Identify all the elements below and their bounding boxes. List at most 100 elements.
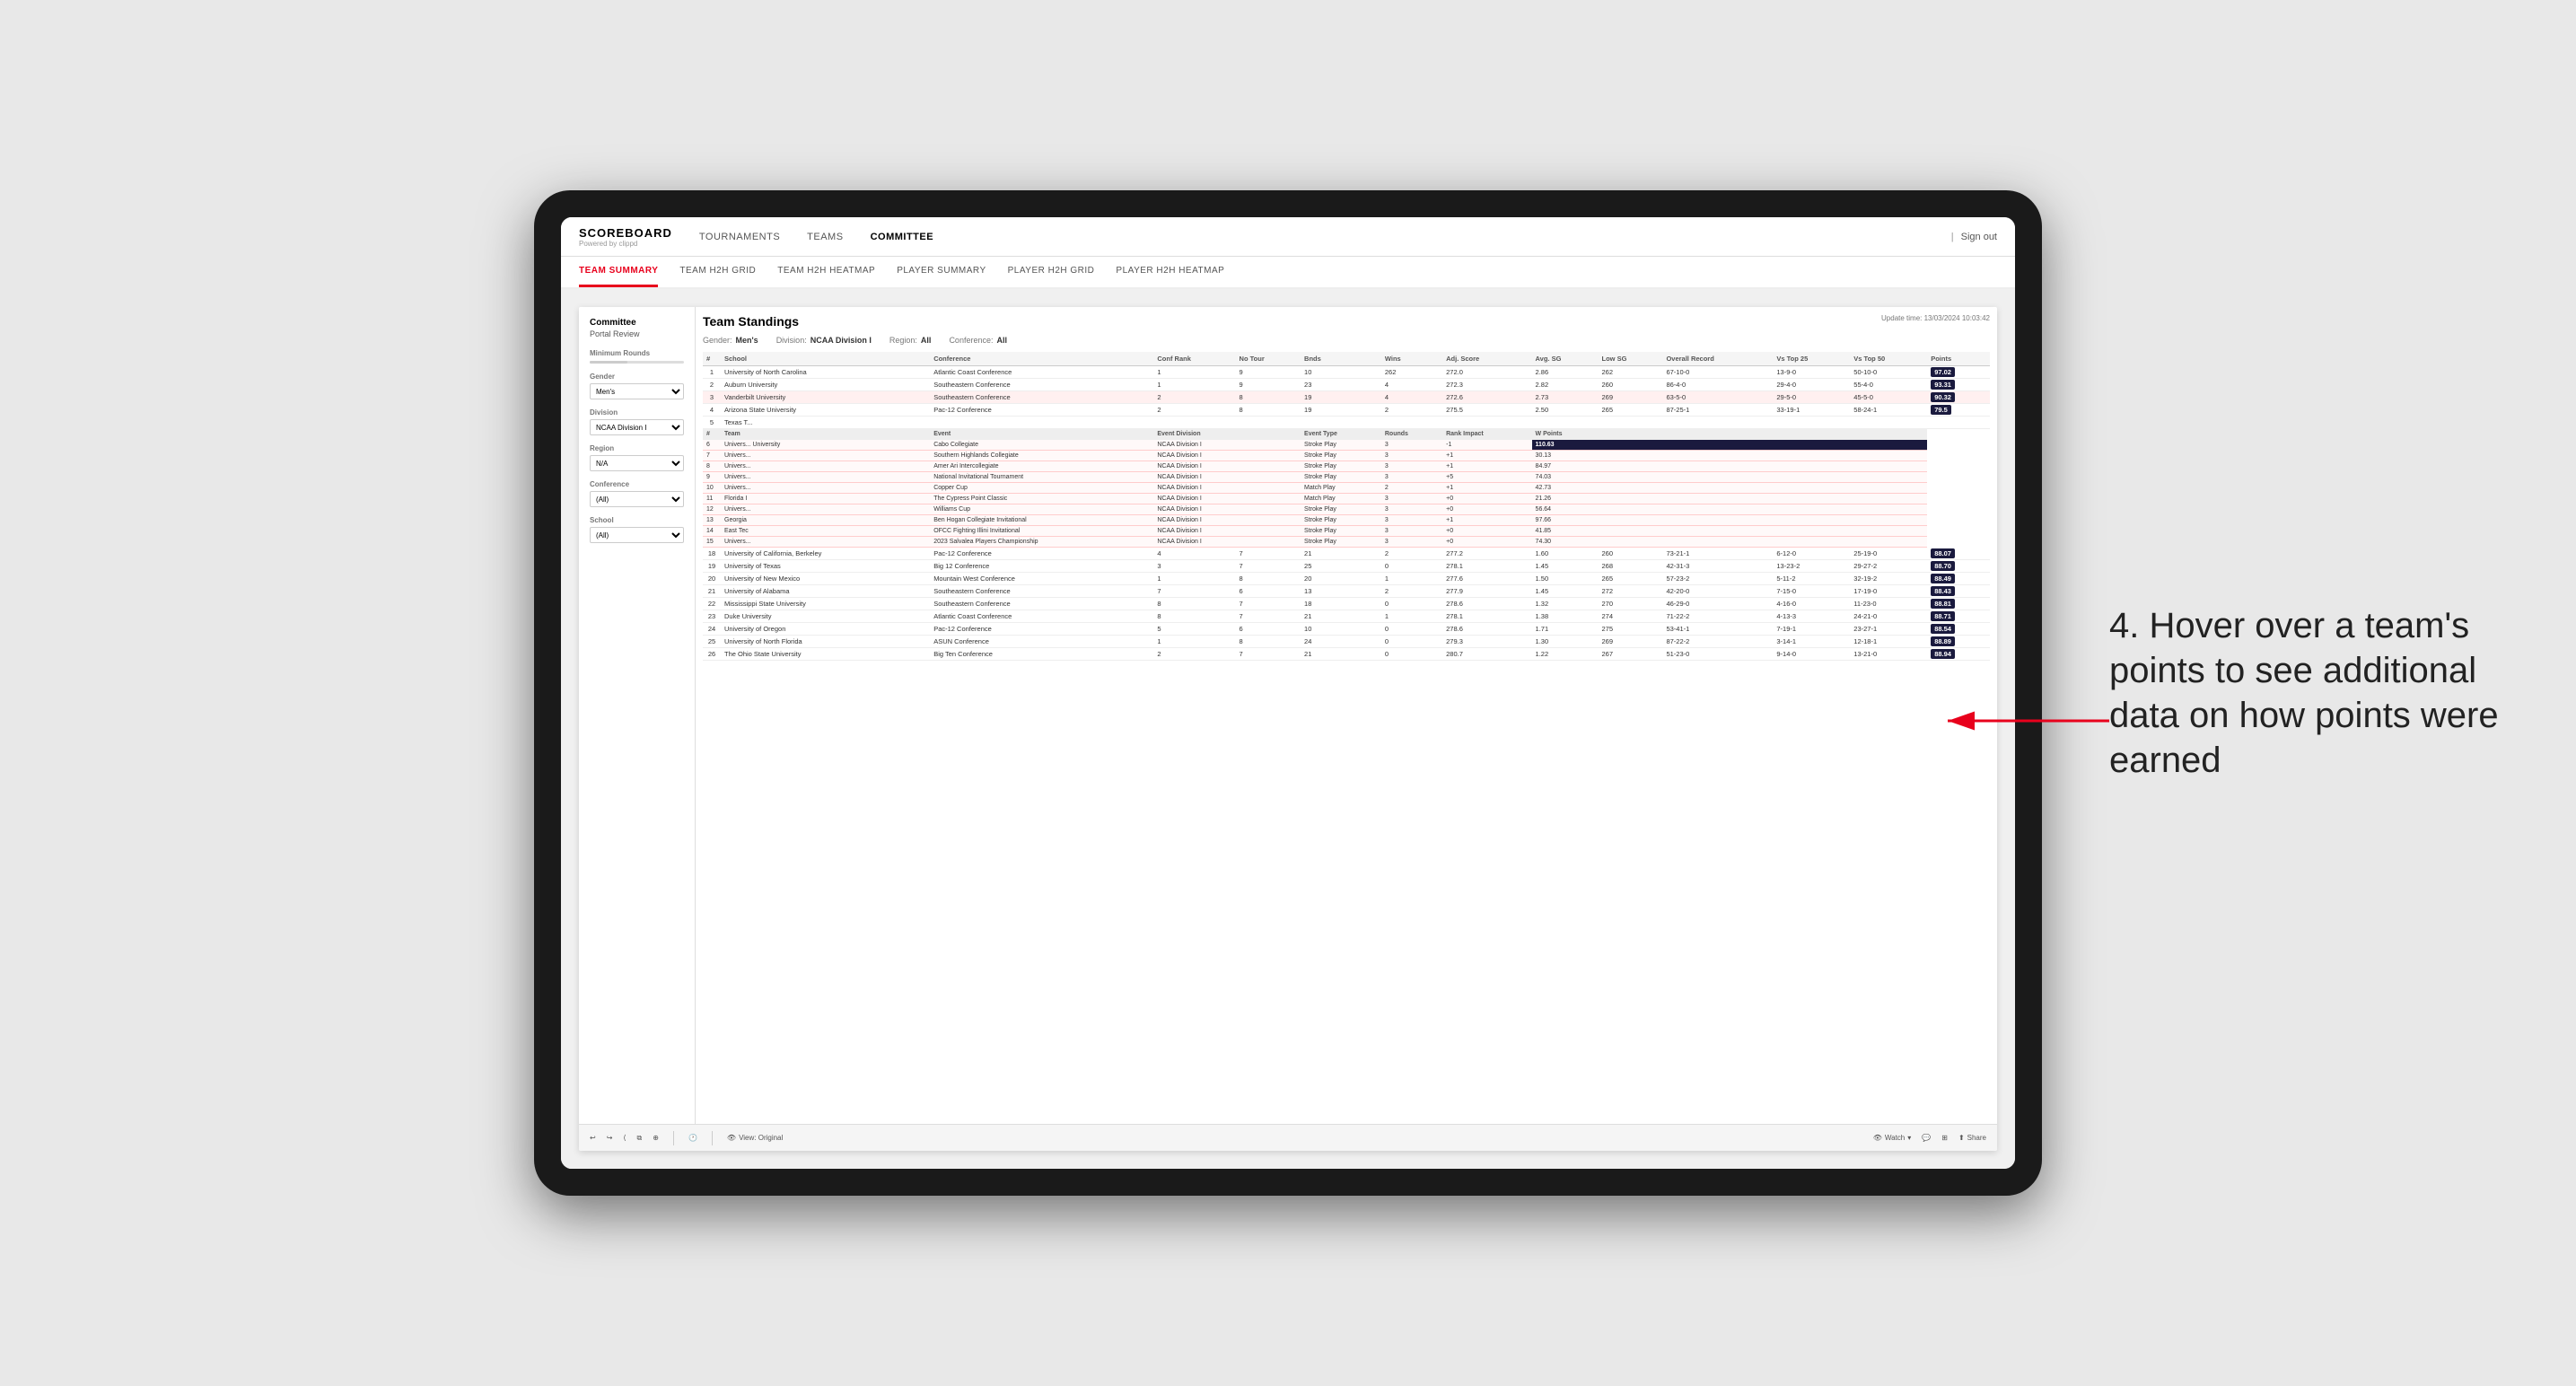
sub-col-w-points: W Points [1532,429,1928,440]
report-header: Team Standings Update time: 13/03/2024 1… [703,314,1990,329]
table-row-highlighted[interactable]: 3 Vanderbilt University Southeastern Con… [703,391,1990,404]
cell-rounds: 3 [1381,537,1442,548]
cell-conf-rank: 5 [1153,623,1235,636]
table-row[interactable]: 2 Auburn University Southeastern Confere… [703,379,1990,391]
gender-select[interactable]: Men's [590,383,684,399]
nav-teams[interactable]: TEAMS [807,232,843,242]
table-row[interactable]: 25 University of North Florida ASUN Conf… [703,636,1990,648]
cell-points[interactable]: 90.32 [1927,391,1990,404]
cell-points[interactable]: 97.02 [1927,366,1990,379]
cell-w-points: 41.85 [1532,526,1928,537]
table-row[interactable]: 11 Florida I The Cypress Point Classic N… [703,494,1990,504]
nav-committee[interactable]: COMMITTEE [871,232,934,242]
division-select[interactable]: NCAA Division I [590,419,684,435]
cell-school: Duke University [721,610,930,623]
min-rounds-slider[interactable] [590,361,684,364]
tab-player-h2h-heatmap[interactable]: PLAYER H2H HEATMAP [1116,257,1224,287]
nav-tournaments[interactable]: TOURNAMENTS [699,232,780,242]
cell-bnds: 20 [1301,573,1381,585]
table-row[interactable]: 5 Texas T... [703,417,1990,429]
cell-team: Univers... University [721,440,930,451]
undo-button[interactable]: ↩ [590,1134,596,1142]
tab-team-h2h-heatmap[interactable]: TEAM H2H HEATMAP [777,257,875,287]
table-row[interactable]: 1 University of North Carolina Atlantic … [703,366,1990,379]
cell-points[interactable]: 88.94 [1927,648,1990,661]
table-row[interactable]: 7 Univers... Southern Highlands Collegia… [703,451,1990,461]
division-filter-display: Division: NCAA Division I [776,336,872,345]
cell-points[interactable]: 88.43 [1927,585,1990,598]
cell-points[interactable] [1927,417,1990,429]
tab-team-h2h-grid[interactable]: TEAM H2H GRID [679,257,756,287]
table-row[interactable]: 19 University of Texas Big 12 Conference… [703,560,1990,573]
cell-points[interactable]: 79.5 [1927,404,1990,417]
view-original-button[interactable]: 👁 View: Original [727,1134,783,1142]
table-row[interactable]: 9 Univers... National Invitational Tourn… [703,472,1990,483]
cell-points[interactable]: 88.54 [1927,623,1990,636]
table-row[interactable]: 21 University of Alabama Southeastern Co… [703,585,1990,598]
redo-icon: ↪ [607,1134,613,1142]
region-select[interactable]: N/A [590,455,684,471]
tab-team-summary[interactable]: TEAM SUMMARY [579,257,658,287]
table-row[interactable]: 10 Univers... Copper Cup NCAA Division I… [703,483,1990,494]
table-row[interactable]: 8 Univers... Amer Ari Intercollegiate NC… [703,461,1990,472]
table-row[interactable]: 13 Georgia Ben Hogan Collegiate Invitati… [703,515,1990,526]
cell-low-sg: 269 [1598,636,1662,648]
table-row[interactable]: 4 Arizona State University Pac-12 Confer… [703,404,1990,417]
cell-wins: 0 [1381,560,1442,573]
table-row[interactable]: 24 University of Oregon Pac-12 Conferenc… [703,623,1990,636]
cell-points[interactable]: 88.89 [1927,636,1990,648]
cell-overall: 42-31-3 [1662,560,1773,573]
table-row[interactable]: 20 University of New Mexico Mountain Wes… [703,573,1990,585]
cell-event: Ben Hogan Collegiate Invitational [930,515,1153,526]
cell-w-points: 97.66 [1532,515,1928,526]
cell-no-tour: 9 [1236,379,1301,391]
cell-conf-rank: 8 [1153,598,1235,610]
table-row[interactable]: 18 University of California, Berkeley Pa… [703,548,1990,560]
cell-bnds: 18 [1301,598,1381,610]
cell-low-sg: 269 [1598,391,1662,404]
cell-overall: 73-21-1 [1662,548,1773,560]
watch-button[interactable]: 👁 Watch ▾ [1873,1134,1912,1142]
table-row[interactable]: 23 Duke University Atlantic Coast Confer… [703,610,1990,623]
table-row[interactable]: 6 Univers... University Cabo Collegiate … [703,440,1990,451]
cell-low-sg: 262 [1598,366,1662,379]
cell-points[interactable]: 93.31 [1927,379,1990,391]
cell-points[interactable]: 88.70 [1927,560,1990,573]
redo-button[interactable]: ↪ [607,1134,613,1142]
clock-button[interactable]: 🕐 [688,1134,697,1142]
grid-button[interactable]: ⊞ [1941,1134,1948,1142]
cell-avg-sg: 1.38 [1532,610,1599,623]
cell-conf-rank: 3 [1153,560,1235,573]
cell-adj-score: 278.6 [1442,598,1531,610]
cell-points[interactable]: 88.71 [1927,610,1990,623]
cell-adj-score: 278.6 [1442,623,1531,636]
tab-player-summary[interactable]: PLAYER SUMMARY [897,257,986,287]
cell-conf-rank: 1 [1153,636,1235,648]
tab-player-h2h-grid[interactable]: PLAYER H2H GRID [1008,257,1095,287]
back-button[interactable]: ⟨ [623,1134,626,1142]
cell-no-tour: 7 [1236,598,1301,610]
cell-rank-impact: +1 [1442,515,1531,526]
table-row[interactable]: 15 Univers... 2023 Salvalea Players Cham… [703,537,1990,548]
cell-points[interactable]: 88.07 [1927,548,1990,560]
share-button[interactable]: ⬆ Share [1958,1134,1986,1142]
comment-button[interactable]: 💬 [1922,1134,1931,1142]
table-row[interactable]: 12 Univers... Williams Cup NCAA Division… [703,504,1990,515]
watch-label: Watch [1885,1134,1905,1142]
conference-select[interactable]: (All) [590,491,684,507]
cell-w-points: 56.64 [1532,504,1928,515]
table-row[interactable]: 14 East Tec OFCC Fighting Illini Invitat… [703,526,1990,537]
sign-out-button[interactable]: Sign out [1961,232,1997,242]
table-row[interactable]: 26 The Ohio State University Big Ten Con… [703,648,1990,661]
cell-points[interactable]: 88.49 [1927,573,1990,585]
paste-button[interactable]: ⊕ [653,1134,659,1142]
cell-wins: 4 [1381,391,1442,404]
cell-avg-sg: 1.22 [1532,648,1599,661]
cell-conference: Pac-12 Conference [930,404,1153,417]
cell-points[interactable]: 88.81 [1927,598,1990,610]
clock-icon: 🕐 [688,1134,697,1142]
table-row[interactable]: 22 Mississippi State University Southeas… [703,598,1990,610]
copy-button[interactable]: ⧉ [637,1134,643,1143]
school-select[interactable]: (All) [590,527,684,543]
cell-team: Univers... [721,451,930,461]
